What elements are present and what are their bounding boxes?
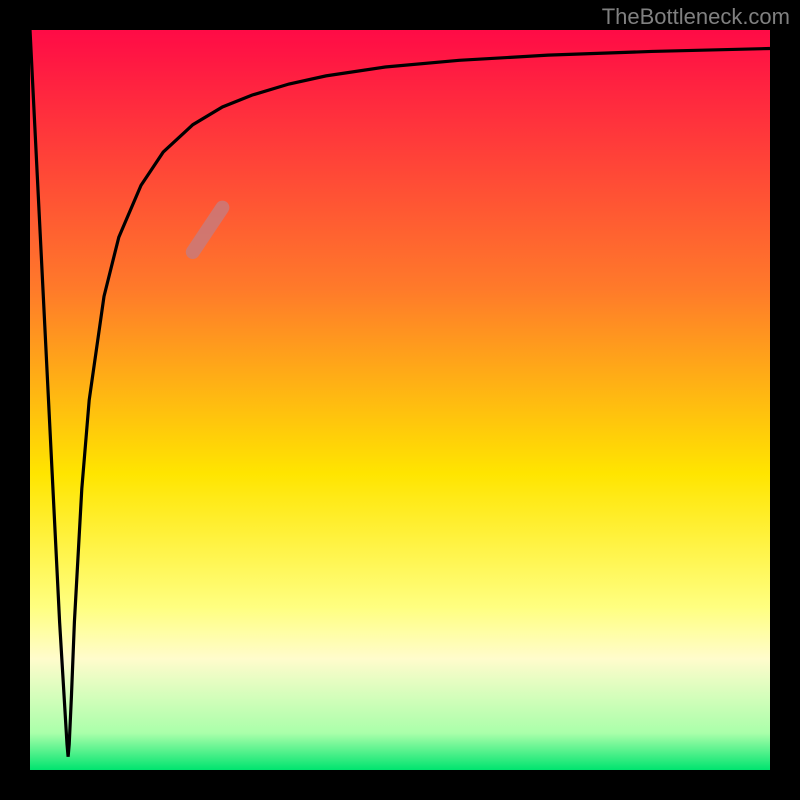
chart-gradient-bg xyxy=(30,30,770,770)
watermark-text: TheBottleneck.com xyxy=(602,4,790,30)
chart-container: TheBottleneck.com xyxy=(0,0,800,800)
bottleneck-chart xyxy=(0,0,800,800)
